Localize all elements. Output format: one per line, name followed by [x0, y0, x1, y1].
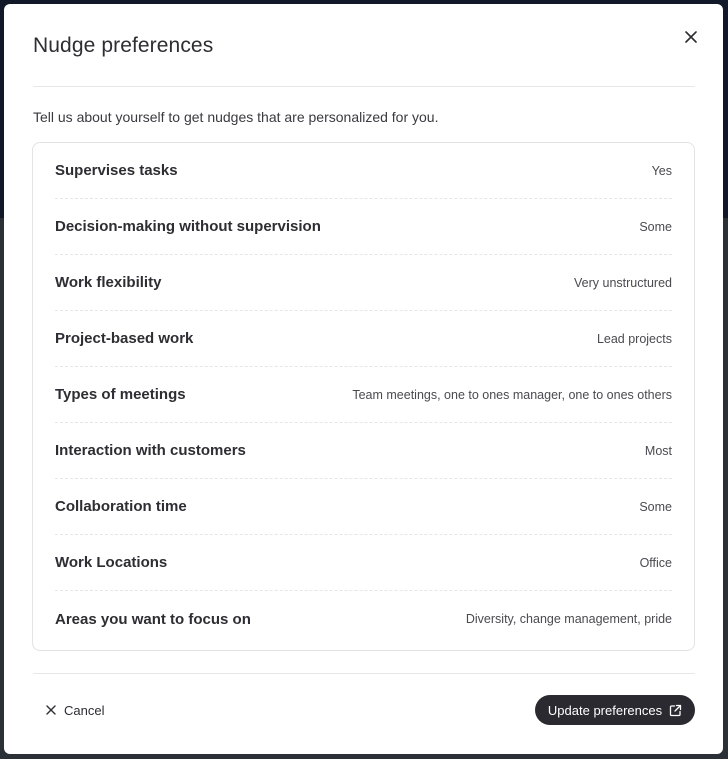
- external-link-icon: [669, 704, 682, 717]
- footer-divider: [33, 673, 695, 674]
- nudge-preferences-dialog: Nudge preferences Tell us about yourself…: [4, 4, 723, 754]
- preference-value: Office: [639, 555, 672, 570]
- cancel-label: Cancel: [64, 702, 105, 718]
- header-divider: [33, 86, 695, 87]
- preference-row: Work flexibility Very unstructured: [55, 255, 672, 311]
- preferences-card: Supervises tasks Yes Decision-making wit…: [32, 142, 695, 651]
- close-icon: [685, 31, 697, 43]
- preference-row: Supervises tasks Yes: [55, 143, 672, 199]
- preference-value: Some: [639, 499, 672, 514]
- preference-label: Types of meetings: [55, 386, 186, 403]
- preference-value: Yes: [651, 163, 672, 178]
- close-icon: [46, 705, 56, 715]
- preference-label: Project-based work: [55, 330, 194, 347]
- preference-label: Work Locations: [55, 554, 168, 571]
- preference-value: Lead projects: [596, 331, 672, 346]
- dialog-title: Nudge preferences: [33, 34, 214, 57]
- preference-row: Types of meetings Team meetings, one to …: [55, 367, 672, 423]
- update-preferences-button[interactable]: Update preferences: [535, 695, 695, 725]
- close-button[interactable]: [680, 26, 702, 48]
- preference-row: Work Locations Office: [55, 535, 672, 591]
- preference-label: Areas you want to focus on: [55, 610, 251, 628]
- preference-label: Work flexibility: [55, 274, 162, 291]
- preference-row: Project-based work Lead projects: [55, 311, 672, 367]
- preference-row: Collaboration time Some: [55, 479, 672, 535]
- preference-label: Decision-making without supervision: [55, 218, 321, 235]
- intro-text: Tell us about yourself to get nudges tha…: [33, 109, 439, 125]
- preference-label: Interaction with customers: [55, 442, 246, 459]
- preference-value: Most: [644, 443, 672, 458]
- preference-row: Interaction with customers Most: [55, 423, 672, 479]
- preference-value: Some: [639, 219, 672, 234]
- preference-value: Diversity, change management, pride: [465, 612, 672, 626]
- preference-row: Decision-making without supervision Some: [55, 199, 672, 255]
- preference-value: Very unstructured: [574, 275, 672, 290]
- preference-value: Team meetings, one to ones manager, one …: [352, 387, 672, 402]
- preference-row: Areas you want to focus on Diversity, ch…: [55, 591, 672, 647]
- preference-label: Collaboration time: [55, 498, 187, 515]
- preference-label: Supervises tasks: [55, 162, 178, 179]
- update-preferences-label: Update preferences: [547, 702, 663, 718]
- cancel-button[interactable]: Cancel: [46, 699, 104, 721]
